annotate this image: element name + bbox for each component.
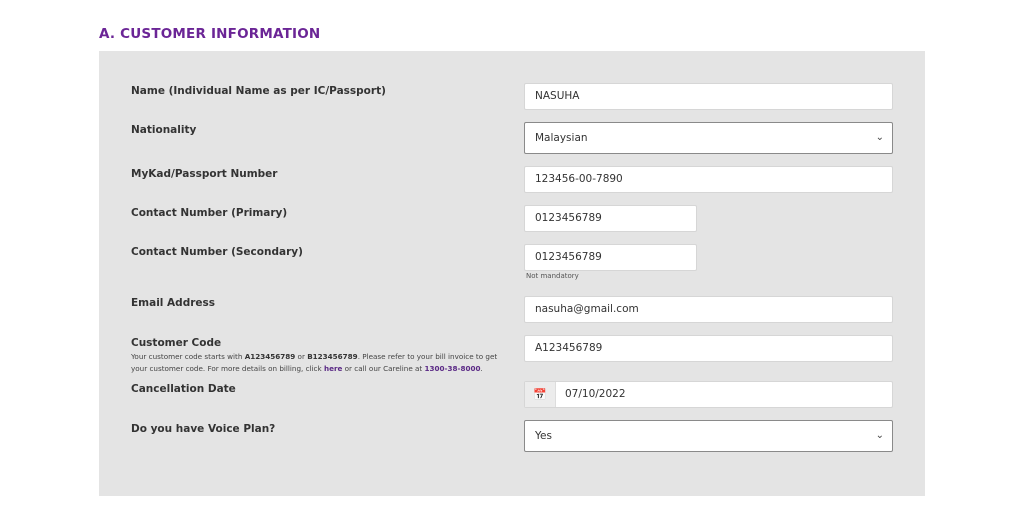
not-mandatory-note: Not mandatory [526,272,579,280]
contact-primary-label: Contact Number (Primary) [131,207,288,219]
careline-phone-link[interactable]: 1300-38-8000 [425,364,481,373]
customer-code-input[interactable]: A123456789 [524,335,893,362]
email-label: Email Address [131,297,216,309]
voice-plan-value: Yes [535,430,552,442]
mykad-input[interactable]: 123456-00-7890 [524,166,893,193]
voice-plan-label: Do you have Voice Plan? [131,423,276,435]
voice-plan-select[interactable]: Yes ⌄ [524,420,893,452]
customer-code-label: Customer Code [131,337,222,349]
chevron-down-icon: ⌄ [875,430,884,441]
cancellation-date-label: Cancellation Date [131,383,236,395]
name-input[interactable]: NASUHA [524,83,893,110]
name-label: Name (Individual Name as per IC/Passport… [131,85,386,97]
email-input[interactable]: nasuha@gmail.com [524,296,893,323]
contact-primary-input[interactable]: 0123456789 [524,205,697,232]
section-title: A. CUSTOMER INFORMATION [99,26,321,42]
contact-secondary-label: Contact Number (Secondary) [131,246,303,258]
nationality-select[interactable]: Malaysian ⌄ [524,122,893,154]
calendar-icon[interactable]: 📅 [525,382,556,407]
cancellation-date-input[interactable]: 📅 07/10/2022 [524,381,893,408]
nationality-value: Malaysian [535,132,588,144]
chevron-down-icon: ⌄ [875,132,884,143]
nationality-label: Nationality [131,124,197,136]
customer-code-help: Your customer code starts with A12345678… [131,352,498,373]
contact-secondary-input[interactable]: 0123456789 [524,244,697,271]
billing-here-link[interactable]: here [324,364,342,373]
cancellation-date-value: 07/10/2022 [565,388,626,400]
mykad-label: MyKad/Passport Number [131,168,278,180]
